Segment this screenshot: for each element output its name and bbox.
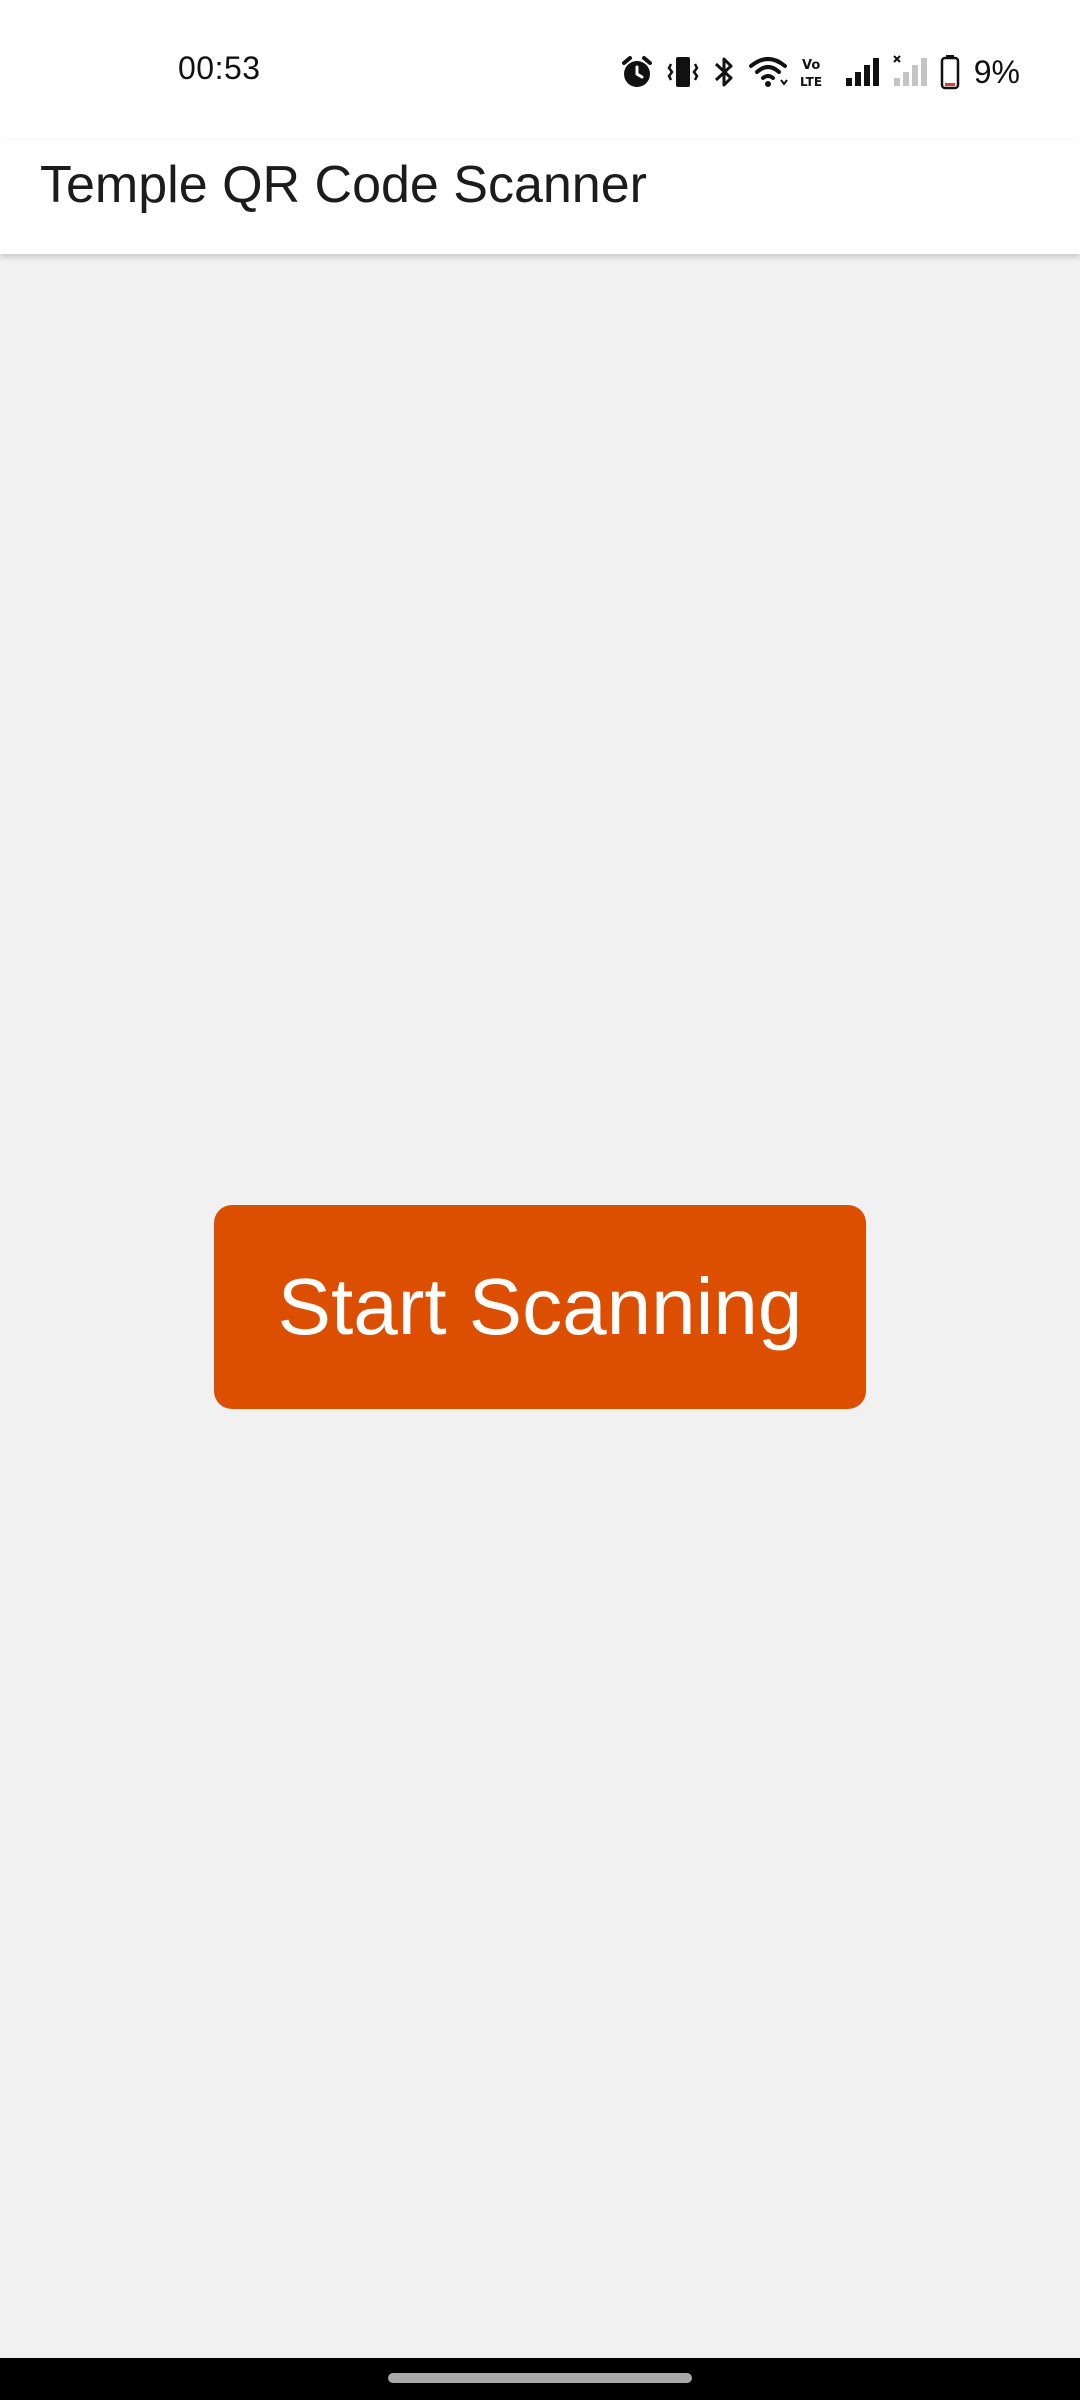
start-scanning-button[interactable]: Start Scanning (214, 1205, 866, 1409)
navigation-bar (0, 2358, 1080, 2400)
bluetooth-icon (712, 54, 736, 90)
wifi-icon (748, 54, 788, 90)
status-time: 00:53 (178, 50, 261, 86)
svg-text:LTE: LTE (800, 75, 822, 89)
app-bar: Temple QR Code Scanner (0, 140, 1080, 254)
app-title: Temple QR Code Scanner (40, 156, 647, 214)
battery-percent: 9% (973, 53, 1020, 90)
screen: 00:53 Vo LTE 9% Temple QR Code Scanner S… (0, 0, 1080, 2400)
status-icons: Vo LTE 9% (620, 52, 1020, 92)
signal-icon (844, 54, 880, 90)
vibrate-icon (666, 54, 700, 90)
svg-text:Vo: Vo (802, 58, 820, 73)
home-gesture-handle[interactable] (388, 2373, 692, 2383)
battery-icon (940, 54, 960, 90)
alarm-icon (620, 54, 654, 90)
no-signal-icon (892, 54, 928, 90)
status-bar: 00:53 Vo LTE 9% (0, 0, 1080, 140)
volte-icon: Vo LTE (800, 54, 832, 90)
